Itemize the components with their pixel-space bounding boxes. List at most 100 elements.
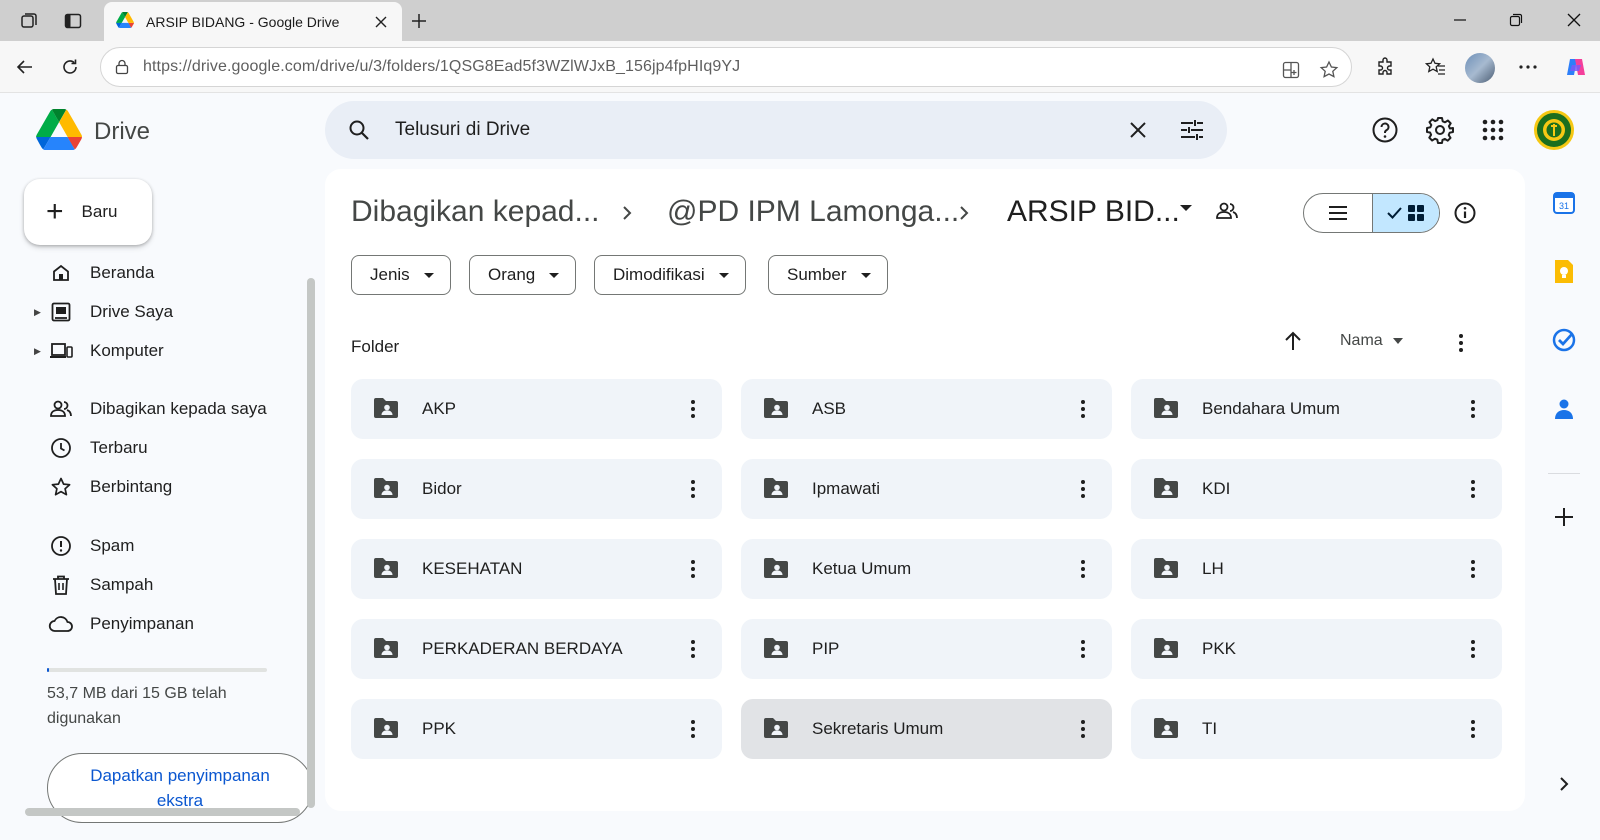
search-input[interactable] bbox=[395, 113, 1095, 147]
account-avatar[interactable] bbox=[1534, 110, 1574, 150]
folder-card[interactable]: Bidor bbox=[351, 459, 722, 519]
sidebar-item-penyimpanan[interactable]: Penyimpanan bbox=[24, 606, 284, 642]
folder-card[interactable]: PERKADERAN BERDAYA bbox=[351, 619, 722, 679]
more-actions-icon[interactable] bbox=[1461, 397, 1485, 421]
search-icon[interactable] bbox=[347, 118, 371, 147]
extensions-icon[interactable] bbox=[1371, 53, 1399, 81]
new-tab-icon[interactable] bbox=[406, 8, 432, 34]
tasks-icon[interactable] bbox=[1550, 326, 1578, 354]
more-actions-icon[interactable] bbox=[1071, 477, 1095, 501]
expand-arrow-icon[interactable]: ▶ bbox=[34, 307, 41, 318]
sidebar-item-komputer[interactable]: ▶ Komputer bbox=[24, 333, 284, 369]
folder-card[interactable]: KESEHATAN bbox=[351, 539, 722, 599]
more-menu-icon[interactable] bbox=[1514, 53, 1542, 81]
more-actions-icon[interactable] bbox=[681, 477, 705, 501]
sort-by-label: Nama bbox=[1340, 332, 1383, 349]
shared-folder-icon bbox=[373, 477, 399, 504]
more-actions-icon[interactable] bbox=[681, 637, 705, 661]
folder-card[interactable]: PKK bbox=[1131, 619, 1502, 679]
filter-type-chip[interactable]: Jenis bbox=[351, 255, 451, 295]
more-actions-icon[interactable] bbox=[1071, 637, 1095, 661]
sidebar-scrollbar[interactable] bbox=[307, 278, 315, 808]
sidebar-item-dibagikan[interactable]: Dibagikan kepada saya bbox=[24, 391, 284, 427]
more-actions-icon[interactable] bbox=[681, 717, 705, 741]
folder-card[interactable]: TI bbox=[1131, 699, 1502, 759]
folder-card[interactable]: KDI bbox=[1131, 459, 1502, 519]
section-title: Folder bbox=[351, 337, 400, 356]
sidebar-item-drive-saya[interactable]: ▶ Drive Saya bbox=[24, 294, 284, 330]
sidebar-horizontal-scrollbar[interactable] bbox=[25, 808, 300, 816]
expand-panel-chevron-icon[interactable] bbox=[1550, 770, 1578, 798]
apps-grid-icon[interactable] bbox=[1478, 115, 1508, 145]
more-actions-icon[interactable] bbox=[681, 397, 705, 421]
folder-card[interactable]: LH bbox=[1131, 539, 1502, 599]
breadcrumb-item-shared[interactable]: Dibagikan kepad... bbox=[351, 195, 600, 229]
more-actions-icon[interactable] bbox=[1461, 557, 1485, 581]
more-options-icon[interactable] bbox=[1449, 331, 1473, 355]
more-actions-icon[interactable] bbox=[1071, 397, 1095, 421]
list-view-button[interactable] bbox=[1304, 194, 1372, 232]
back-icon[interactable] bbox=[11, 53, 39, 81]
folder-name: KESEHATAN bbox=[422, 559, 523, 578]
sidebar-item-beranda[interactable]: Beranda bbox=[24, 255, 284, 291]
close-window-icon[interactable] bbox=[1562, 8, 1586, 32]
favorites-icon[interactable] bbox=[1421, 53, 1449, 81]
filter-source-chip[interactable]: Sumber bbox=[768, 255, 888, 295]
more-actions-icon[interactable] bbox=[681, 557, 705, 581]
browser-tab-active[interactable]: ARSIP BIDANG - Google Drive bbox=[104, 2, 402, 41]
minimize-icon[interactable] bbox=[1448, 8, 1472, 32]
folder-name: PIP bbox=[812, 639, 840, 658]
folder-card[interactable]: Ipmawati bbox=[741, 459, 1112, 519]
favorite-star-icon[interactable] bbox=[1317, 58, 1341, 82]
filter-modified-chip[interactable]: Dimodifikasi bbox=[594, 255, 746, 295]
more-actions-icon[interactable] bbox=[1071, 557, 1095, 581]
restore-icon[interactable] bbox=[1504, 8, 1528, 32]
help-icon[interactable] bbox=[1370, 115, 1400, 145]
folder-card[interactable]: Sekretaris Umum bbox=[741, 699, 1112, 759]
contacts-icon[interactable] bbox=[1550, 395, 1578, 423]
sidebar-item-berbintang[interactable]: Berbintang bbox=[24, 469, 284, 505]
grid-view-button[interactable] bbox=[1371, 194, 1439, 232]
more-actions-icon[interactable] bbox=[1461, 637, 1485, 661]
settings-gear-icon[interactable] bbox=[1425, 115, 1455, 145]
info-icon[interactable] bbox=[1453, 201, 1477, 230]
folder-card[interactable]: PPK bbox=[351, 699, 722, 759]
close-tab-icon[interactable] bbox=[370, 11, 392, 33]
folder-card[interactable]: PIP bbox=[741, 619, 1112, 679]
new-button[interactable]: + Baru bbox=[24, 179, 152, 245]
search-bar[interactable] bbox=[325, 101, 1227, 159]
clear-search-icon[interactable] bbox=[1126, 118, 1150, 147]
breadcrumb-item-pd-ipm[interactable]: @PD IPM Lamonga... bbox=[667, 195, 959, 229]
browser-profile-avatar[interactable] bbox=[1465, 53, 1495, 83]
folder-card[interactable]: Ketua Umum bbox=[741, 539, 1112, 599]
search-options-icon[interactable] bbox=[1179, 118, 1205, 147]
drive-logo[interactable]: Drive bbox=[36, 109, 150, 155]
more-actions-icon[interactable] bbox=[1461, 477, 1485, 501]
more-actions-icon[interactable] bbox=[1461, 717, 1485, 741]
app-available-icon[interactable] bbox=[1279, 58, 1303, 82]
shared-people-icon[interactable] bbox=[1215, 201, 1239, 226]
lock-icon[interactable] bbox=[111, 59, 133, 75]
sidebar-item-terbaru[interactable]: Terbaru bbox=[24, 430, 284, 466]
reload-icon[interactable] bbox=[56, 53, 84, 81]
folder-card[interactable]: Bendahara Umum bbox=[1131, 379, 1502, 439]
folder-menu-caret-icon[interactable] bbox=[1180, 205, 1192, 211]
calendar-icon[interactable]: 31 bbox=[1550, 189, 1578, 217]
folder-card[interactable]: AKP bbox=[351, 379, 722, 439]
folder-card[interactable]: ASB bbox=[741, 379, 1112, 439]
copilot-icon[interactable] bbox=[1562, 53, 1590, 81]
sidebar-item-spam[interactable]: Spam bbox=[24, 528, 284, 564]
sort-direction-icon[interactable] bbox=[1283, 330, 1303, 357]
filter-people-chip[interactable]: Orang bbox=[469, 255, 577, 295]
browser-toolbar: https://drive.google.com/drive/u/3/folde… bbox=[0, 41, 1600, 93]
vertical-tabs-icon[interactable] bbox=[60, 8, 86, 34]
workspaces-icon[interactable] bbox=[16, 8, 42, 34]
keep-icon[interactable] bbox=[1550, 258, 1578, 286]
expand-arrow-icon[interactable]: ▶ bbox=[34, 346, 41, 357]
sort-by-button[interactable]: Nama bbox=[1340, 332, 1403, 350]
breadcrumb-item-current[interactable]: ARSIP BID... bbox=[1007, 195, 1180, 229]
sidebar-item-sampah[interactable]: Sampah bbox=[24, 567, 284, 603]
add-app-plus-icon[interactable] bbox=[1550, 503, 1578, 531]
address-bar[interactable]: https://drive.google.com/drive/u/3/folde… bbox=[100, 47, 1352, 87]
more-actions-icon[interactable] bbox=[1071, 717, 1095, 741]
